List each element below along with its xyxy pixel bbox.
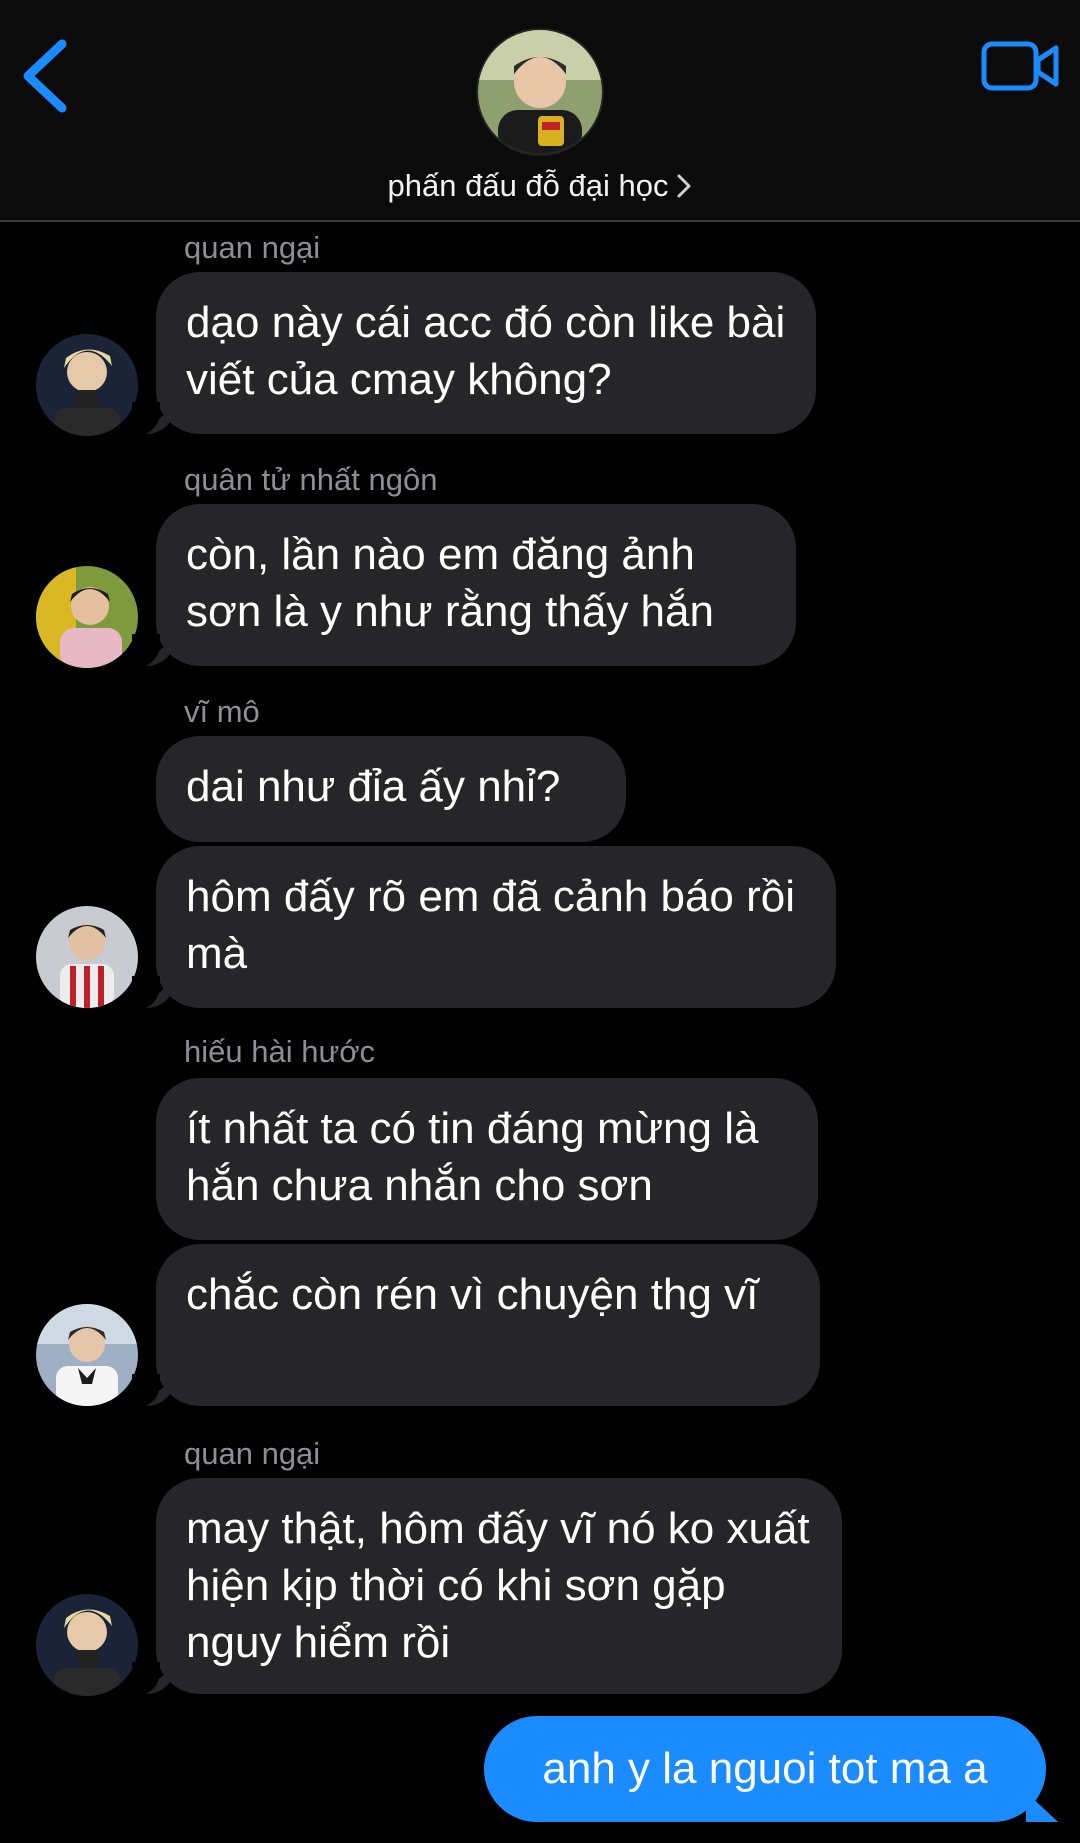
- chat-header: phấn đấu đỗ đại học: [0, 0, 1080, 222]
- avatar[interactable]: [36, 1304, 138, 1406]
- back-button[interactable]: [18, 36, 78, 116]
- message-text: anh y la nguoi tot ma a: [542, 1744, 988, 1793]
- message-bubble[interactable]: chắc còn rén vì chuyện thg vĩ: [132, 1244, 820, 1408]
- avatar[interactable]: [36, 906, 138, 1008]
- sender-name: quan ngại: [184, 230, 321, 265]
- message-bubble[interactable]: dai như đỉa ấy nhỉ?: [156, 736, 626, 842]
- chevron-right-icon: [677, 174, 691, 198]
- video-camera-icon: [981, 41, 1059, 91]
- outgoing-message-bubble[interactable]: anh y la nguoi tot ma a: [484, 1716, 1046, 1822]
- sender-name: vĩ mô: [184, 694, 260, 729]
- avatar[interactable]: [36, 1594, 138, 1696]
- video-call-button[interactable]: [980, 36, 1060, 96]
- group-title[interactable]: phấn đấu đỗ đại học: [0, 168, 1080, 204]
- chevron-left-icon: [23, 39, 67, 113]
- message-text: chắc còn rén vì chuyện thg vĩ: [186, 1270, 759, 1319]
- avatar[interactable]: [36, 566, 138, 668]
- message-text: còn, lần nào em đăng ảnh sơn là y như rằ…: [186, 530, 714, 636]
- message-text: hôm đấy rõ em đã cảnh báo rồi mà: [186, 872, 796, 978]
- message-text: dai như đỉa ấy nhỉ?: [186, 762, 561, 811]
- sender-name: hiếu hài hước: [184, 1034, 376, 1069]
- avatar[interactable]: [36, 334, 138, 436]
- message-bubble[interactable]: còn, lần nào em đăng ảnh sơn là y như rằ…: [132, 504, 796, 668]
- message-bubble[interactable]: ít nhất ta có tin đáng mừng là hắn chưa …: [156, 1078, 818, 1240]
- message-text: may thật, hôm đấy vĩ nó ko xuất hiện kịp…: [186, 1504, 810, 1667]
- sender-name: quan ngại: [184, 1436, 321, 1471]
- message-text: ít nhất ta có tin đáng mừng là hắn chưa …: [186, 1104, 759, 1210]
- message-bubble[interactable]: hôm đấy rõ em đã cảnh báo rồi mà: [132, 846, 836, 1010]
- group-avatar[interactable]: [476, 28, 604, 156]
- message-bubble[interactable]: dạo này cái acc đó còn like bài viết của…: [132, 272, 816, 436]
- group-name: phấn đấu đỗ đại học: [387, 168, 669, 203]
- message-text: dạo này cái acc đó còn like bài viết của…: [186, 298, 786, 404]
- message-bubble[interactable]: may thật, hôm đấy vĩ nó ko xuất hiện kịp…: [132, 1478, 842, 1696]
- sender-name: quân tử nhất ngôn: [184, 462, 438, 497]
